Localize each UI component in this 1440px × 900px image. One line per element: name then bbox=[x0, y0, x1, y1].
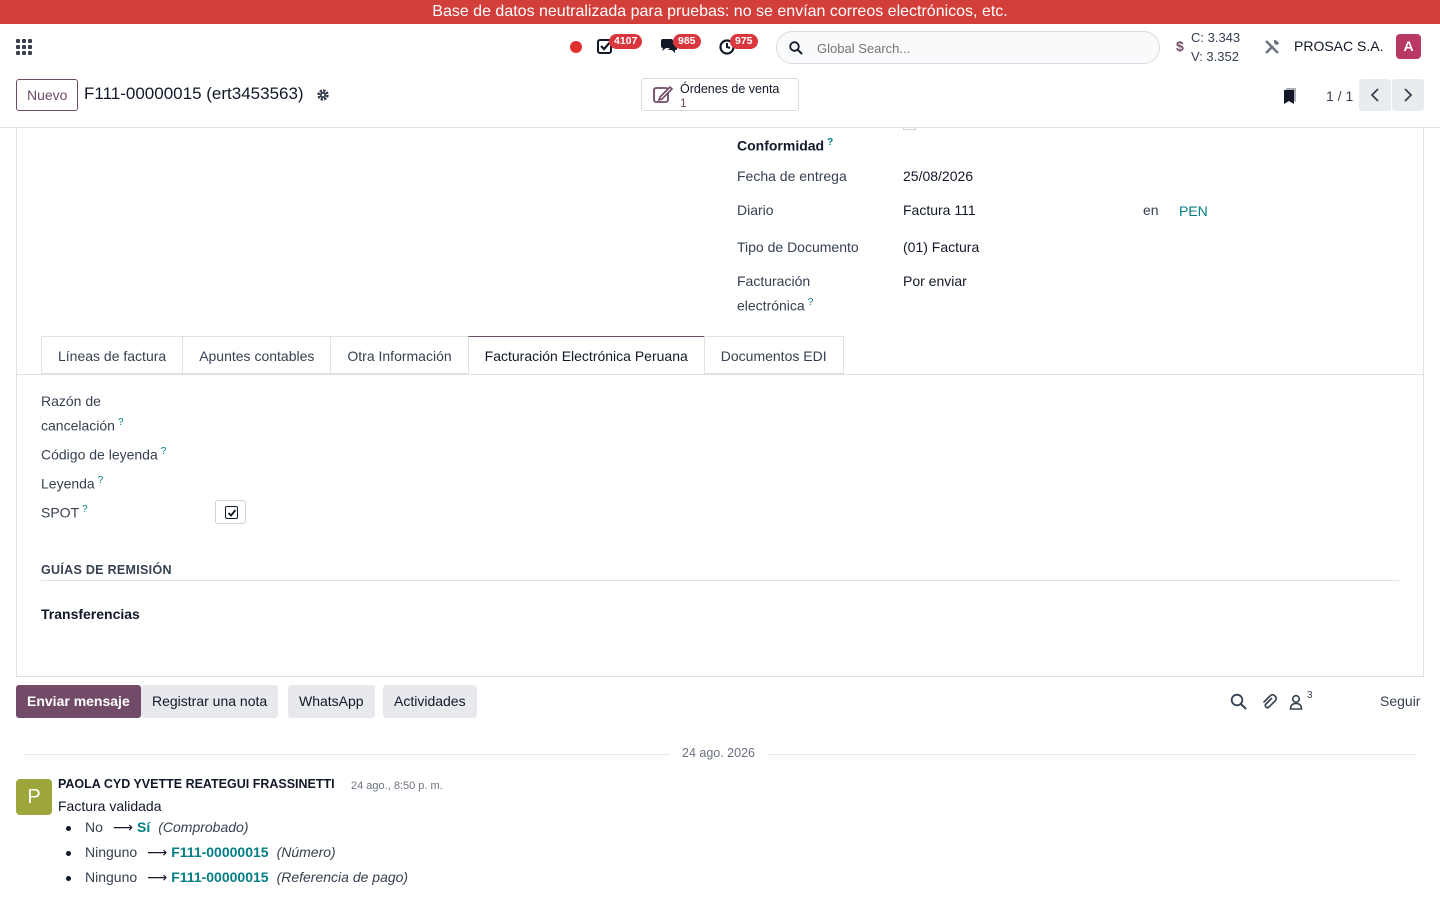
activities-button[interactable]: Actividades bbox=[383, 685, 477, 718]
smart-button-count: 1 bbox=[680, 96, 687, 110]
tracking-item: No ⟶ Sí (Comprobado) bbox=[66, 819, 248, 836]
tab-journal-items[interactable]: Apuntes contables bbox=[182, 336, 331, 374]
send-message-button[interactable]: Enviar mensaje bbox=[16, 685, 141, 718]
rate-sell: V: 3.352 bbox=[1191, 49, 1239, 64]
record-title: F111-00000015 (ert3453563) bbox=[84, 84, 304, 103]
legend-label: Leyenda? bbox=[41, 475, 104, 492]
global-search-input[interactable] bbox=[817, 38, 1147, 58]
sale-orders-smart-button[interactable]: Órdenes de venta 1 bbox=[641, 78, 799, 111]
search-icon bbox=[789, 41, 803, 55]
help-icon[interactable]: ? bbox=[118, 417, 124, 428]
e-invoicing-label: Facturación electrónica? bbox=[737, 273, 814, 314]
cancellation-reason-label: Razón de cancelación? bbox=[41, 393, 124, 434]
new-button[interactable]: Nuevo bbox=[16, 79, 79, 111]
followers-user-icon[interactable] bbox=[1288, 693, 1306, 711]
message-time: 24 ago., 8:50 p. m. bbox=[351, 780, 443, 792]
recording-dot-icon[interactable] bbox=[570, 41, 582, 53]
apps-menu-icon[interactable] bbox=[16, 39, 32, 55]
help-icon[interactable]: ? bbox=[161, 446, 167, 457]
date-separator-label: 24 ago. 2026 bbox=[670, 746, 767, 760]
top-navbar: 4107 985 975 $ C: 3.343 V: 3.352 PROSAC … bbox=[0, 24, 1440, 70]
conformidad-label: Conformidad? bbox=[737, 137, 834, 154]
message-author-avatar[interactable]: P bbox=[16, 779, 52, 815]
log-note-button[interactable]: Registrar una nota bbox=[141, 685, 279, 718]
exchange-rates[interactable]: C: 3.343 V: 3.352 bbox=[1191, 28, 1240, 66]
spot-checkbox[interactable] bbox=[225, 506, 238, 519]
spot-checkbox-cell bbox=[215, 500, 246, 524]
chevron-right-icon bbox=[1404, 88, 1413, 102]
journal-in-label: en bbox=[1143, 202, 1159, 218]
section-divider bbox=[41, 580, 1399, 581]
tab-other-info[interactable]: Otra Información bbox=[330, 336, 468, 374]
pager-next-button[interactable] bbox=[1392, 79, 1424, 111]
journal-currency-link[interactable]: PEN bbox=[1179, 201, 1208, 222]
pager-previous-button[interactable] bbox=[1359, 79, 1391, 111]
search-messages-icon[interactable] bbox=[1230, 693, 1248, 711]
conformidad-checkbox[interactable] bbox=[903, 128, 916, 130]
debug-tools-icon[interactable] bbox=[1263, 38, 1281, 56]
delivery-guides-section-title: GUÍAS DE REMISIÓN bbox=[41, 563, 172, 577]
currency-dollar-icon: $ bbox=[1176, 38, 1184, 54]
message-body: Factura validada bbox=[58, 798, 162, 814]
smart-button-label: Órdenes de venta bbox=[680, 82, 780, 96]
user-avatar[interactable]: A bbox=[1396, 34, 1421, 59]
delivery-date-label: Fecha de entrega bbox=[737, 168, 847, 184]
journal-label: Diario bbox=[737, 202, 774, 218]
chatter-toolbar: Enviar mensaje Registrar una nota WhatsA… bbox=[0, 685, 1440, 719]
activities-badge: 4107 bbox=[609, 34, 643, 49]
form-sheet: Conformidad? Fecha de entrega 25/08/2026… bbox=[16, 128, 1424, 677]
document-type-label: Tipo de Documento bbox=[737, 239, 859, 255]
help-icon[interactable]: ? bbox=[808, 297, 814, 308]
delivery-date-field[interactable]: 25/08/2026 bbox=[903, 166, 973, 187]
help-icon[interactable]: ? bbox=[827, 137, 833, 148]
tracking-item: Ninguno ⟶ F111-00000015 (Número) bbox=[66, 844, 336, 861]
legend-code-label: Código de leyenda? bbox=[41, 446, 167, 463]
global-search bbox=[776, 31, 1160, 64]
bookmark-icon[interactable] bbox=[1283, 87, 1297, 105]
paperclip-icon[interactable] bbox=[1260, 693, 1278, 711]
follow-button[interactable]: Seguir bbox=[1380, 693, 1420, 709]
neutralized-db-banner: Base de datos neutralizada para pruebas:… bbox=[0, 0, 1440, 24]
rate-buy: C: 3.343 bbox=[1191, 30, 1241, 45]
help-icon[interactable]: ? bbox=[98, 475, 104, 486]
whatsapp-button[interactable]: WhatsApp bbox=[288, 685, 375, 718]
timers-badge: 975 bbox=[730, 34, 758, 49]
edit-document-icon bbox=[653, 86, 673, 103]
document-type-field[interactable]: (01) Factura bbox=[903, 237, 979, 258]
tracking-item: Ninguno ⟶ F111-00000015 (Referencia de pago… bbox=[66, 869, 408, 886]
e-invoicing-state: Por enviar bbox=[903, 273, 967, 289]
notebook-tabs: Líneas de factura Apuntes contables Otra… bbox=[41, 336, 844, 374]
pager-value[interactable]: 1 / 1 bbox=[1326, 88, 1353, 104]
help-icon[interactable]: ? bbox=[82, 504, 88, 515]
followers-count: 3 bbox=[1307, 690, 1313, 701]
company-switcher[interactable]: PROSAC S.A. bbox=[1294, 38, 1383, 54]
messages-badge: 985 bbox=[673, 34, 701, 49]
tab-peruvian-e-invoicing[interactable]: Facturación Electrónica Peruana bbox=[467, 336, 704, 374]
tab-edi-documents[interactable]: Documentos EDI bbox=[703, 336, 844, 374]
chevron-left-icon bbox=[1370, 88, 1379, 102]
gear-icon[interactable] bbox=[316, 88, 330, 102]
tab-invoice-lines[interactable]: Líneas de factura bbox=[41, 336, 183, 374]
control-panel: Nuevo F111-00000015 (ert3453563) Órdenes… bbox=[0, 70, 1440, 128]
check-icon bbox=[227, 508, 236, 517]
transfers-label: Transferencias bbox=[41, 606, 140, 622]
spot-label: SPOT? bbox=[41, 504, 88, 521]
journal-field[interactable]: Factura 111 bbox=[903, 200, 976, 221]
message-author[interactable]: PAOLA CYD YVETTE REATEGUI FRASSINETTI bbox=[58, 777, 335, 791]
